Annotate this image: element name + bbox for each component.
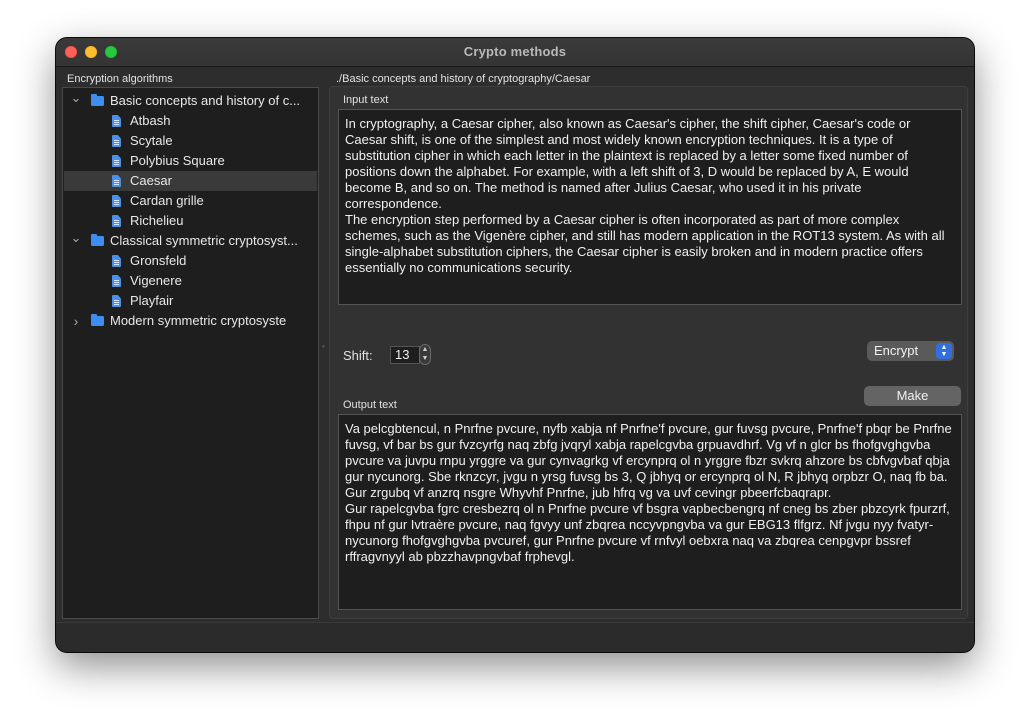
input-text-label: Input text bbox=[343, 94, 389, 106]
shift-input[interactable]: 13 bbox=[390, 346, 420, 364]
tree-leaf-item[interactable]: Atbash bbox=[64, 111, 317, 131]
tree-leaf-item[interactable]: Polybius Square bbox=[64, 151, 317, 171]
tree-leaf-item[interactable]: Caesar bbox=[64, 171, 317, 191]
tree-leaf-item[interactable]: Cardan grille bbox=[64, 191, 317, 211]
tree-panel-label: Encryption algorithms bbox=[67, 73, 173, 85]
splitter-handle[interactable]: • bbox=[322, 342, 327, 351]
tree-leaf-item[interactable]: Gronsfeld bbox=[64, 251, 317, 271]
tree-item-label: Classical symmetric cryptosyst... bbox=[110, 233, 298, 248]
document-icon bbox=[112, 275, 121, 287]
document-icon bbox=[112, 155, 121, 167]
tree-folder-item[interactable]: › Modern symmetric cryptosyste bbox=[64, 311, 317, 331]
chevron-down-icon[interactable]: ▼ bbox=[420, 354, 430, 363]
folder-icon bbox=[91, 94, 104, 106]
chevron-down-icon[interactable]: ⌄ bbox=[70, 91, 82, 111]
breadcrumb: ./Basic concepts and history of cryptogr… bbox=[336, 73, 591, 85]
tree-folder-item[interactable]: ⌄ Basic concepts and history of c... bbox=[64, 91, 317, 111]
tree-leaf-item[interactable]: Richelieu bbox=[64, 211, 317, 231]
chevron-down-icon[interactable]: ⌄ bbox=[70, 231, 82, 251]
tree-leaf-item[interactable]: Playfair bbox=[64, 291, 317, 311]
algorithms-tree[interactable]: ⌄ Basic concepts and history of c... Atbas… bbox=[62, 87, 319, 619]
tree-item-label: Vigenere bbox=[130, 273, 182, 288]
tree-item-label: Polybius Square bbox=[130, 153, 225, 168]
tree-item-label: Richelieu bbox=[130, 213, 184, 228]
document-icon bbox=[112, 215, 121, 227]
tree-item-label: Modern symmetric cryptosyste bbox=[110, 313, 287, 328]
tree-item-label: Caesar bbox=[130, 173, 172, 188]
up-down-chevron-icon: ▲ ▼ bbox=[936, 343, 952, 359]
document-icon bbox=[112, 115, 121, 127]
tree-leaf-item[interactable]: Vigenere bbox=[64, 271, 317, 291]
chevron-right-icon[interactable]: › bbox=[70, 311, 82, 331]
shift-stepper[interactable]: ▲ ▼ bbox=[419, 344, 431, 365]
tree-item-label: Playfair bbox=[130, 293, 174, 308]
output-text-area[interactable]: Va pelcgbtencul, n Pnrfne pvcure, nyfb x… bbox=[338, 414, 962, 610]
tree-item-label: Cardan grille bbox=[130, 193, 204, 208]
document-icon bbox=[112, 135, 121, 147]
title-bar[interactable]: Crypto methods bbox=[56, 38, 974, 67]
status-bar bbox=[56, 622, 974, 652]
folder-icon bbox=[91, 314, 104, 326]
tree-item-label: Scytale bbox=[130, 133, 173, 148]
tree-item-label: Basic concepts and history of c... bbox=[110, 93, 301, 108]
chevron-up-icon[interactable]: ▲ bbox=[420, 345, 430, 354]
tree-leaf-item[interactable]: Scytale bbox=[64, 131, 317, 151]
input-text-area[interactable]: In cryptography, a Caesar cipher, also k… bbox=[338, 109, 962, 305]
mode-select[interactable]: Encrypt ▲ ▼ bbox=[867, 341, 954, 361]
make-button[interactable]: Make bbox=[864, 386, 961, 406]
folder-icon bbox=[91, 234, 104, 246]
mode-select-value: Encrypt bbox=[874, 343, 919, 358]
algorithm-panel: Input text In cryptography, a Caesar cip… bbox=[329, 86, 968, 619]
tree-item-label: Atbash bbox=[130, 113, 171, 128]
document-icon bbox=[112, 195, 121, 207]
document-icon bbox=[112, 255, 121, 267]
document-icon bbox=[112, 175, 121, 187]
shift-label: Shift: bbox=[343, 348, 373, 363]
main-content: Encryption algorithms ⌄ Basic concepts an… bbox=[56, 67, 974, 622]
tree-folder-item[interactable]: ⌄ Classical symmetric cryptosyst... bbox=[64, 231, 317, 251]
output-text-label: Output text bbox=[343, 399, 397, 411]
app-window: Crypto methods Encryption algorithms ⌄ Ba… bbox=[56, 38, 974, 652]
tree-item-label: Gronsfeld bbox=[130, 253, 187, 268]
document-icon bbox=[112, 295, 121, 307]
window-title: Crypto methods bbox=[463, 44, 567, 59]
